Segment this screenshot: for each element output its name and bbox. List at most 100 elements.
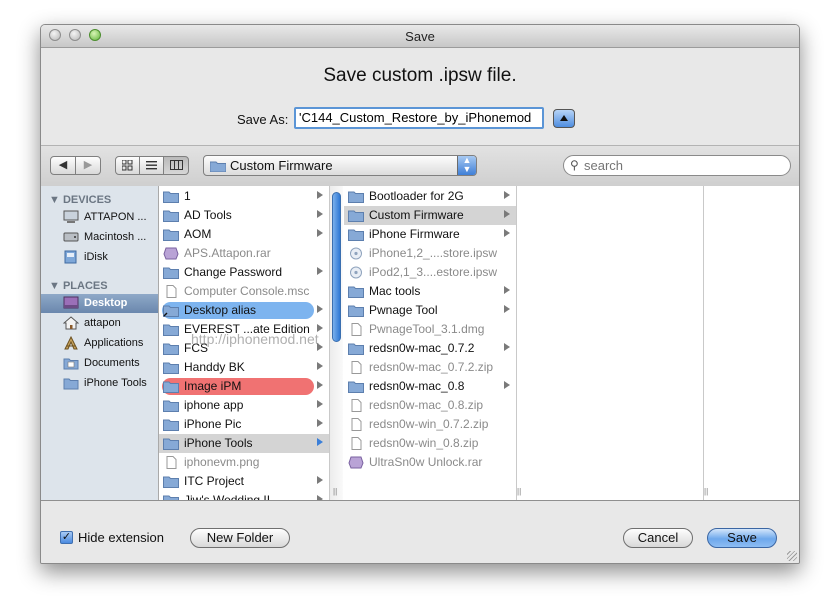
resize-handle-icon[interactable]: || [704,487,708,496]
back-button[interactable]: ◀ [50,156,76,175]
folder-item[interactable]: iPhone Tools [159,434,329,453]
archive-icon [163,247,179,260]
folder-item[interactable]: Custom Firmware [344,206,516,225]
folder-item[interactable]: iPhone Pic [159,415,329,434]
item-name: redsn0w-mac_0.8.zip [369,398,484,412]
folder-icon [210,161,226,172]
cancel-button[interactable]: Cancel [623,528,693,548]
file-item[interactable]: Computer Console.msc [159,282,329,301]
folder-item[interactable]: Pwnage Tool [344,301,516,320]
sidebar-item-iphone-tools[interactable]: iPhone Tools [41,374,158,393]
file-browser: ▼ DEVICES ATTAPON ... Macintosh ... iDis… [41,186,799,501]
folder-item[interactable]: Image iPM [159,377,329,396]
watermark-text: http://iphonemod.net [191,331,319,347]
item-name: iphone app [184,398,244,412]
folder-item[interactable]: AD Tools [159,206,329,225]
folder-item[interactable]: iPhone Firmware [344,225,516,244]
folder-item[interactable]: 1 [159,187,329,206]
document-icon [166,456,177,469]
file-item[interactable]: UltraSn0w Unlock.rar [344,453,516,472]
resize-handle-icon[interactable]: || [333,487,337,496]
hide-extension-checkbox[interactable]: ✓ [60,531,73,544]
disclosure-arrow-icon [504,210,510,218]
file-item[interactable]: redsn0w-win_0.8.zip [344,434,516,453]
folder-icon [163,343,179,355]
column1-scrollbar[interactable]: || [329,186,343,500]
save-button[interactable]: Save [707,528,777,548]
item-name: iPhone Pic [184,417,242,431]
resize-handle-icon[interactable]: || [517,487,521,496]
folder-item[interactable]: Desktop alias [159,301,329,320]
sidebar-item-macintosh-hd[interactable]: Macintosh ... [41,228,158,247]
folder-item[interactable]: AOM [159,225,329,244]
file-item[interactable]: APS.Attapon.rar [159,244,329,263]
column-view-button[interactable] [163,156,189,175]
folder-icon [163,191,179,203]
folder-item[interactable]: Mac tools [344,282,516,301]
file-item[interactable]: redsn0w-win_0.7.2.zip [344,415,516,434]
forward-button[interactable]: ▶ [75,156,101,175]
sidebar-item-idisk[interactable]: iDisk [41,248,158,267]
folder-icon [163,438,179,450]
places-header[interactable]: ▼ PLACES [49,280,108,292]
sidebar-item-attapon[interactable]: attapon [41,314,158,333]
dialog-heading: Save custom .ipsw file. [323,65,517,86]
item-name: Computer Console.msc [184,284,310,298]
item-name: UltraSn0w Unlock.rar [369,455,483,469]
sidebar-item-documents[interactable]: Documents [41,354,158,373]
document-icon [351,399,362,412]
folder-item[interactable]: iphone app [159,396,329,415]
disclosure-arrow-icon [504,229,510,237]
sidebar-item-computer[interactable]: ATTAPON ... [41,208,158,227]
search-input[interactable] [582,157,786,174]
column1-scroll-thumb[interactable] [332,192,341,342]
column-empty: || [704,186,799,500]
list-view-button[interactable] [139,156,164,175]
hide-extension-label[interactable]: Hide extension [78,530,164,545]
item-name: Image iPM [184,379,242,393]
file-item[interactable]: redsn0w-mac_0.7.2.zip [344,358,516,377]
file-item[interactable]: PwnageTool_3.1.dmg [344,320,516,339]
file-item[interactable]: redsn0w-mac_0.8.zip [344,396,516,415]
browser-toolbar: ◀ ▶ Custom Firmware ▲ ▼ ⚲ [41,145,799,187]
devices-header[interactable]: ▼ DEVICES [49,194,111,206]
list-view-icon [146,161,157,170]
sidebar-item-desktop[interactable]: Desktop [41,294,158,313]
location-label: Custom Firmware [230,158,333,173]
disclosure-arrow-icon [504,191,510,199]
location-popup[interactable]: Custom Firmware ▲ ▼ [203,155,477,176]
window-title: Save [405,29,435,44]
icon-view-button[interactable] [115,156,140,175]
folder-item[interactable]: Handdy BK [159,358,329,377]
folder-icon [163,229,179,241]
item-name: AD Tools [184,208,232,222]
new-folder-button[interactable]: New Folder [190,528,290,548]
search-field[interactable]: ⚲ [563,155,791,176]
file-item[interactable]: iphonevm.png [159,453,329,472]
folder-item[interactable]: redsn0w-mac_0.7.2 [344,339,516,358]
item-name: Change Password [184,265,283,279]
folder-item[interactable]: redsn0w-mac_0.8 [344,377,516,396]
sidebar: ▼ DEVICES ATTAPON ... Macintosh ... iDis… [41,186,159,500]
file-item[interactable]: iPod2,1_3....estore.ipsw [344,263,516,282]
folder-icon [163,267,179,279]
file-item[interactable]: iPhone1,2_....store.ipsw [344,244,516,263]
disclosure-arrow-icon [317,476,323,484]
folder-item[interactable]: Change Password [159,263,329,282]
collapse-dialog-button[interactable] [553,109,575,128]
folder-icon [63,378,79,390]
search-icon: ⚲ [570,158,579,172]
sidebar-item-applications[interactable]: Applications [41,334,158,353]
folder-icon [348,286,364,298]
disclosure-arrow-icon [317,191,323,199]
folder-item[interactable]: Jiw's Wedding II [159,491,329,500]
folder-item[interactable]: ITC Project [159,472,329,491]
folder-icon [163,210,179,222]
idisk-icon [64,250,77,264]
item-name: iPod2,1_3....estore.ipsw [369,265,498,279]
window-resize-grip-icon[interactable] [787,551,797,561]
filename-input[interactable]: 'C144_Custom_Restore_by_iPhonemod [294,107,544,129]
folder-icon [348,191,364,203]
folder-item[interactable]: Bootloader for 2G [344,187,516,206]
archive-icon [348,456,364,469]
